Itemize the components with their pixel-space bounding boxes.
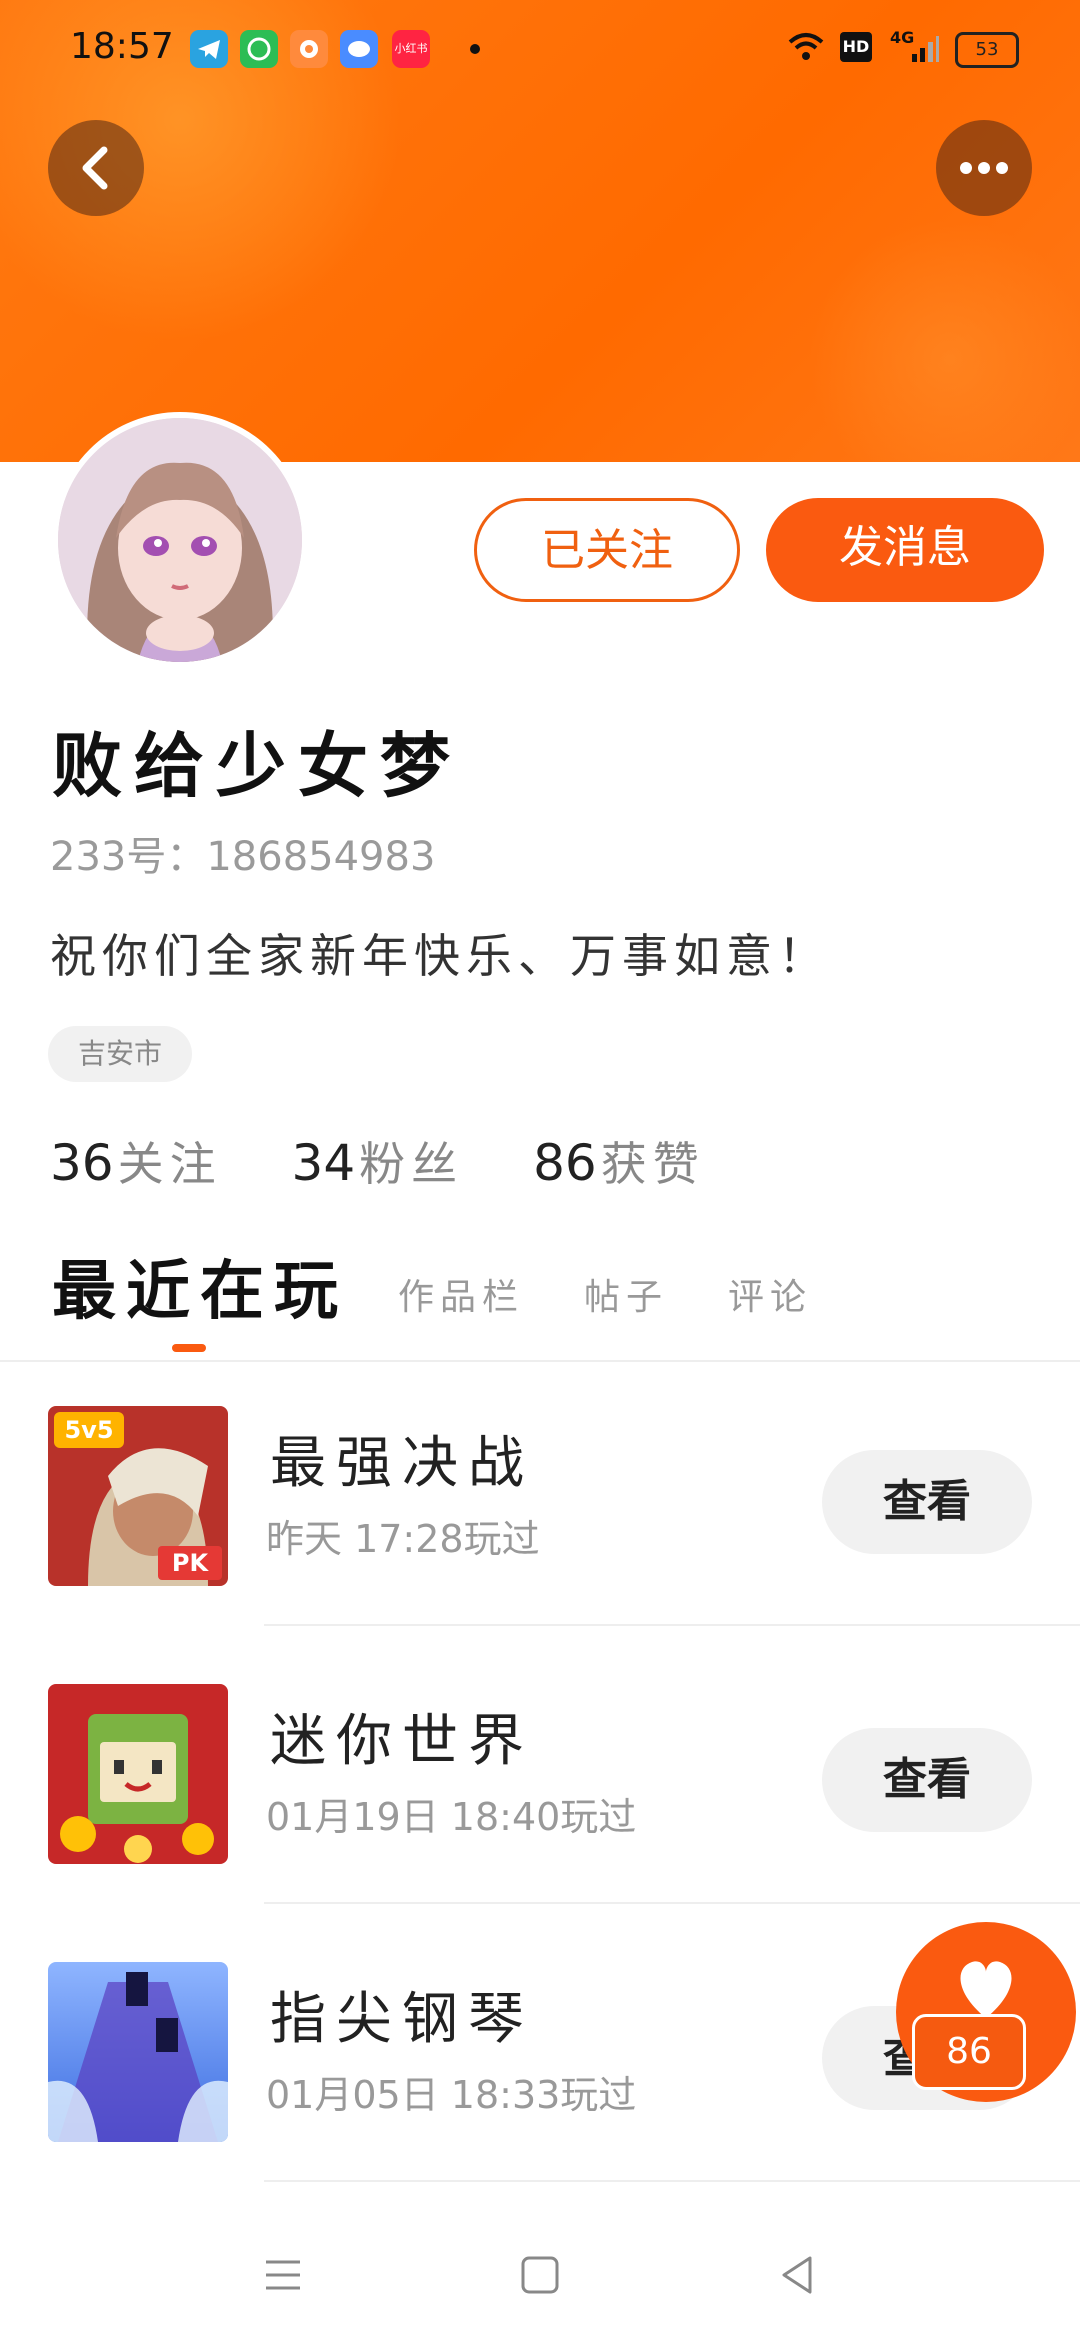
divider xyxy=(264,2180,1080,2182)
wifi-icon xyxy=(788,33,824,60)
following-stat[interactable]: 36关注 xyxy=(50,1128,222,1194)
hd-badge: HD xyxy=(840,32,872,62)
game-last-played: 昨天 17:28玩过 xyxy=(266,1517,540,1561)
likes-count: 86 xyxy=(533,1134,597,1192)
following-label: 关注 xyxy=(117,1137,222,1191)
game-icon-mini-world xyxy=(48,1684,228,1864)
following-count: 36 xyxy=(50,1134,114,1192)
back-button[interactable] xyxy=(48,120,144,216)
profile-stats: 36关注 34粉丝 86获赞 xyxy=(50,1128,759,1194)
avatar-illustration xyxy=(58,418,302,662)
xiaohongshu-icon: 小红书 xyxy=(392,30,430,68)
more-dots-icon xyxy=(960,162,1008,174)
game-icon-piano-tiles xyxy=(48,1962,228,2142)
like-count-badge: 86 xyxy=(912,2014,1026,2090)
followers-stat[interactable]: 34粉丝 xyxy=(292,1128,464,1194)
view-game-button[interactable]: 查看 xyxy=(822,1728,1032,1832)
location-tag: 吉安市 xyxy=(48,1026,193,1082)
back-nav-icon[interactable] xyxy=(772,2250,822,2300)
tab-posts[interactable]: 帖子 xyxy=(584,1268,668,1320)
avatar[interactable] xyxy=(52,412,308,668)
game-icon-zuiqiang: 5v5 PK xyxy=(48,1406,228,1586)
tab-comments[interactable]: 评论 xyxy=(728,1268,812,1320)
likes-stat[interactable]: 86获赞 xyxy=(533,1128,705,1194)
game-name: 迷你世界 xyxy=(270,1709,534,1774)
system-nav-bar xyxy=(0,2210,1080,2340)
app-icon xyxy=(290,30,328,68)
send-message-button[interactable]: 发消息 xyxy=(766,498,1044,602)
user-id: 233号：186854983 xyxy=(50,834,436,880)
signal-icon xyxy=(912,36,939,62)
menu-icon[interactable] xyxy=(258,2250,308,2300)
followers-label: 粉丝 xyxy=(359,1137,464,1191)
game-badge-pk: PK xyxy=(172,1549,210,1577)
wechat-mini-icon xyxy=(240,30,278,68)
user-bio: 祝你们全家新年快乐、万事如意！ xyxy=(50,929,830,983)
status-time: 18:57 xyxy=(70,26,174,67)
list-item[interactable]: 5v5 PK 最强决战 昨天 17:28玩过 查看 xyxy=(0,1348,1080,1626)
battery-indicator: 53 xyxy=(955,32,1019,68)
status-bar: 18:57 小红书 HD 4G 53 xyxy=(0,0,1080,96)
home-icon[interactable] xyxy=(515,2250,565,2300)
tab-recently-played[interactable]: 最近在玩 xyxy=(52,1240,348,1332)
tab-works[interactable]: 作品栏 xyxy=(398,1268,524,1320)
chat-icon xyxy=(340,30,378,68)
followers-count: 34 xyxy=(291,1134,356,1192)
game-badge-5v5: 5v5 xyxy=(64,1416,113,1444)
game-last-played: 01月19日 18:40玩过 xyxy=(266,1795,637,1839)
game-name: 最强决战 xyxy=(270,1431,534,1496)
list-item[interactable]: 迷你世界 01月19日 18:40玩过 查看 xyxy=(0,1626,1080,1904)
game-name: 指尖钢琴 xyxy=(270,1987,534,2052)
profile-tabs: 最近在玩 作品栏 帖子 评论 xyxy=(0,1248,1080,1362)
more-options-button[interactable] xyxy=(936,120,1032,216)
followed-button[interactable]: 已关注 xyxy=(474,498,740,602)
view-game-button[interactable]: 查看 xyxy=(822,1450,1032,1554)
game-last-played: 01月05日 18:33玩过 xyxy=(266,2073,637,2117)
notification-dot xyxy=(470,44,480,54)
likes-label: 获赞 xyxy=(600,1137,705,1191)
telegram-icon xyxy=(190,30,228,68)
username: 败给少女梦 xyxy=(52,725,462,807)
chevron-left-icon xyxy=(82,146,108,190)
